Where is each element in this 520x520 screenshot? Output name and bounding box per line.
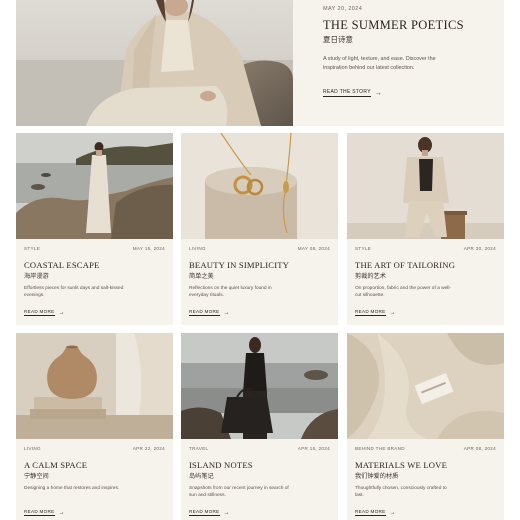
featured-story[interactable]: MAY 20, 2024 THE SUMMER POETICS 夏日诗意 A s… xyxy=(16,0,504,126)
card-description: Thoughtfully chosen, consciously crafted… xyxy=(355,486,447,499)
card-image-linen xyxy=(347,333,504,439)
card-date: APR 08, 2024 xyxy=(463,446,496,451)
read-more-label[interactable]: READ MORE xyxy=(189,309,220,316)
card-meta: BEHIND THE BRAND APR 08, 2024 xyxy=(355,446,496,454)
hero-title-chinese: 夏日诗意 xyxy=(323,35,353,44)
arrow-right-icon[interactable]: → xyxy=(375,90,382,97)
card-description: On proportion, fabric and the power of a… xyxy=(355,286,451,299)
hero-description: A study of light, texture, and ease. Dis… xyxy=(323,56,436,71)
card-title-chinese: 简单之美 xyxy=(189,273,214,280)
card-meta: STYLE APR 30, 2024 xyxy=(355,246,496,254)
card-title[interactable]: ISLAND NOTES xyxy=(189,460,253,470)
article-card-coastal-escape[interactable]: STYLE MAY 15, 2024 COASTAL ESCAPE 海岸漫游 E… xyxy=(16,133,173,325)
article-card-island-notes[interactable]: TRAVEL APR 15, 2024 ISLAND NOTES 岛屿笔记 Sn… xyxy=(181,333,338,520)
card-date: APR 22, 2024 xyxy=(132,446,165,451)
card-category: LIVING xyxy=(24,446,41,451)
journal-page: MAY 20, 2024 THE SUMMER POETICS 夏日诗意 A s… xyxy=(0,0,520,520)
read-more-link[interactable]: READ MORE → xyxy=(24,309,65,316)
read-more-label[interactable]: READ MORE xyxy=(355,309,386,316)
card-title-chinese: 我们钟爱的材质 xyxy=(355,473,399,480)
arrow-right-icon[interactable]: → xyxy=(59,310,65,316)
arrow-right-icon[interactable]: → xyxy=(224,510,230,516)
read-more-link[interactable]: READ MORE → xyxy=(355,309,396,316)
card-date: MAY 08, 2024 xyxy=(297,246,330,251)
card-image-tailoring xyxy=(347,133,504,239)
card-date: APR 15, 2024 xyxy=(297,446,330,451)
read-the-story-label[interactable]: READ THE STORY xyxy=(323,89,371,97)
read-more-label[interactable]: READ MORE xyxy=(24,509,55,516)
card-description: Reflections on the quiet luxury found in… xyxy=(189,286,272,299)
card-description: Effortless pieces for sunlit days and sa… xyxy=(24,286,124,299)
arrow-right-icon[interactable]: → xyxy=(224,310,230,316)
hero-text-block: MAY 20, 2024 THE SUMMER POETICS 夏日诗意 A s… xyxy=(306,0,504,126)
hero-title[interactable]: THE SUMMER POETICS xyxy=(323,18,464,33)
card-title-chinese: 海岸漫游 xyxy=(24,273,49,280)
read-more-link[interactable]: READ MORE → xyxy=(189,509,230,516)
hero-image xyxy=(16,0,293,126)
card-description: Designing a home that restores and inspi… xyxy=(24,486,120,491)
card-image-coastal xyxy=(16,133,173,239)
card-category: STYLE xyxy=(24,246,41,251)
card-title[interactable]: COASTAL ESCAPE xyxy=(24,260,100,270)
article-card-beauty-in-simplicity[interactable]: LIVING MAY 08, 2024 BEAUTY IN SIMPLICITY… xyxy=(181,133,338,325)
card-meta: LIVING APR 22, 2024 xyxy=(24,446,165,454)
card-category: LIVING xyxy=(189,246,206,251)
read-more-link[interactable]: READ MORE → xyxy=(24,509,65,516)
article-card-calm-space[interactable]: LIVING APR 22, 2024 A CALM SPACE 宁静空间 De… xyxy=(16,333,173,520)
article-card-materials-we-love[interactable]: BEHIND THE BRAND APR 08, 2024 MATERIALS … xyxy=(347,333,504,520)
arrow-right-icon[interactable]: → xyxy=(390,510,396,516)
card-title-chinese: 岛屿笔记 xyxy=(189,473,214,480)
card-image-vase xyxy=(16,333,173,439)
card-title[interactable]: A CALM SPACE xyxy=(24,460,87,470)
card-meta: TRAVEL APR 15, 2024 xyxy=(189,446,330,454)
card-category: STYLE xyxy=(355,246,372,251)
read-more-link[interactable]: READ MORE → xyxy=(355,509,396,516)
article-card-art-of-tailoring[interactable]: STYLE APR 30, 2024 THE ART OF TAILORING … xyxy=(347,133,504,325)
read-more-link[interactable]: READ MORE → xyxy=(189,309,230,316)
read-the-story-link[interactable]: READ THE STORY → xyxy=(323,89,382,97)
arrow-right-icon[interactable]: → xyxy=(390,310,396,316)
card-title[interactable]: THE ART OF TAILORING xyxy=(355,260,455,270)
card-meta: STYLE MAY 15, 2024 xyxy=(24,246,165,254)
card-category: BEHIND THE BRAND xyxy=(355,446,405,451)
card-title-chinese: 剪裁的艺术 xyxy=(355,273,386,280)
card-image-island xyxy=(181,333,338,439)
card-title-chinese: 宁静空间 xyxy=(24,473,49,480)
arrow-right-icon[interactable]: → xyxy=(59,510,65,516)
card-category: TRAVEL xyxy=(189,446,209,451)
card-title[interactable]: BEAUTY IN SIMPLICITY xyxy=(189,260,289,270)
card-meta: LIVING MAY 08, 2024 xyxy=(189,246,330,254)
read-more-label[interactable]: READ MORE xyxy=(355,509,386,516)
read-more-label[interactable]: READ MORE xyxy=(189,509,220,516)
card-date: MAY 15, 2024 xyxy=(132,246,165,251)
hero-date: MAY 20, 2024 xyxy=(323,6,363,12)
card-date: APR 30, 2024 xyxy=(463,246,496,251)
card-title[interactable]: MATERIALS WE LOVE xyxy=(355,460,447,470)
read-more-label[interactable]: READ MORE xyxy=(24,309,55,316)
card-image-jewelry xyxy=(181,133,338,239)
card-description: Snapshots from our recent journey in sea… xyxy=(189,486,289,499)
